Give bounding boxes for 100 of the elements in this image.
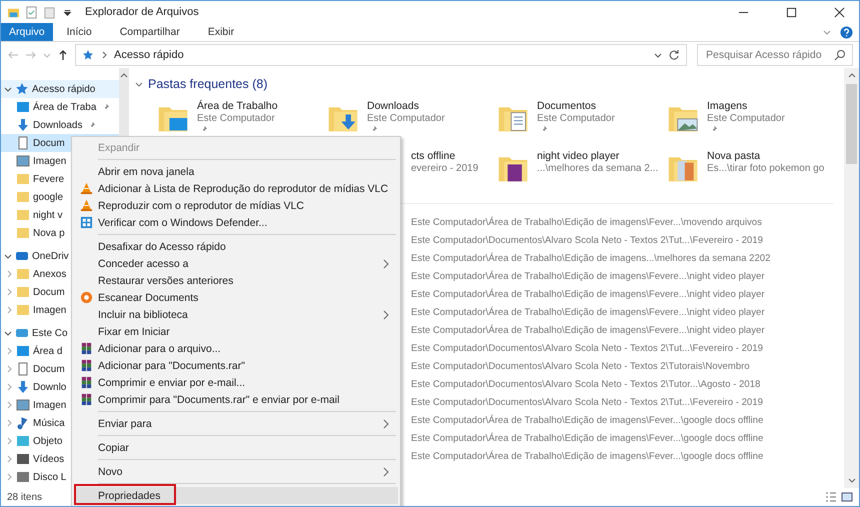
books-icon: [80, 359, 92, 372]
menu-item[interactable]: Escanear Documents: [74, 289, 398, 306]
properties-icon[interactable]: [25, 6, 38, 18]
chevron-right-icon[interactable]: [5, 437, 13, 445]
folder-location: Es...\tirar foto pokemon go: [707, 163, 824, 174]
refresh-icon[interactable]: [668, 49, 680, 61]
monitor-icon: [16, 100, 30, 114]
back-arrow-icon[interactable]: [7, 49, 19, 61]
chevron-right-icon[interactable]: [5, 288, 13, 296]
menu-item[interactable]: Conceder acesso a: [74, 255, 398, 272]
chevron-right-icon[interactable]: [5, 419, 13, 427]
menu-item[interactable]: Verificar com o Windows Defender...: [74, 214, 398, 231]
chevron-right-icon[interactable]: [5, 473, 13, 481]
chevron-down-icon[interactable]: [4, 329, 12, 337]
file-path: Este Computador\Área de Trabalho\Edição de imagens\Fever...\movendo arquivos: [411, 216, 763, 230]
menu-item[interactable]: Restaurar versões anteriores: [74, 272, 398, 289]
sidebar-item[interactable]: Acesso rápido: [1, 80, 119, 98]
help-icon[interactable]: [840, 26, 853, 38]
folder-name[interactable]: Imagens: [707, 100, 748, 112]
menu-item[interactable]: Comprimir para "Documents.rar" e enviar por e-mail: [74, 391, 398, 408]
file-path: Este Computador\Documentos\Alvaro Scola Neto - Textos 2\Tutorais\Novembro: [411, 360, 751, 374]
star-icon: [82, 49, 94, 61]
address-path: Acesso rápido: [114, 49, 184, 61]
scroll-up-icon[interactable]: [848, 72, 856, 80]
scrollbar[interactable]: [844, 68, 859, 488]
chevron-down-icon[interactable]: [4, 85, 12, 93]
file-path: Este Computador\Documentos\Alvaro Scola Neto - Textos 2\Tut...\Fevereiro - 2019: [411, 396, 764, 410]
details-view-icon[interactable]: [825, 491, 837, 503]
menu-item[interactable]: Abrir em nova janela: [74, 163, 398, 180]
window-title: Explorador de Arquivos: [85, 6, 199, 18]
menu-item[interactable]: Fixar em Iniciar: [74, 323, 398, 340]
menu-item[interactable]: Enviar para: [74, 415, 398, 432]
menu-item[interactable]: Copiar: [74, 439, 398, 456]
close-icon[interactable]: [834, 6, 845, 18]
chevron-right-icon[interactable]: [5, 270, 13, 278]
folder-name[interactable]: Nova pasta: [707, 150, 760, 162]
file-path: Este Computador\Documentos\Alvaro Scola Neto - Textos 2\Tut...\Fevereiro - 2019: [411, 234, 764, 248]
file-path: Este Computador\Documentos\Alvaro Scola Neto - Textos 2\Tut...\Fevereiro - 2019: [411, 342, 764, 356]
address-bar[interactable]: Acesso rápido: [75, 44, 687, 66]
folder-location: Este Computador: [707, 113, 785, 124]
traffic-cone-icon: [80, 199, 92, 212]
tiles-view-icon[interactable]: [841, 491, 853, 503]
chevron-down-icon[interactable]: [654, 51, 662, 59]
chevron-right-icon[interactable]: [5, 347, 13, 355]
menu-item[interactable]: Novo: [74, 463, 398, 480]
file-path: Este Computador\Documentos\Alvaro Scola Neto - Textos 2\Tutor...\Agosto - 2018: [411, 378, 762, 392]
monitor-icon: [16, 344, 30, 358]
books-icon: [80, 342, 92, 355]
music-note-icon: [16, 416, 30, 430]
ribbon-tab[interactable]: Exibir: [194, 23, 248, 41]
menu-item[interactable]: Incluir na biblioteca: [74, 306, 398, 323]
menu-item[interactable]: Reproduzir com o reprodutor de mídias VLC: [74, 197, 398, 214]
search-field[interactable]: Pesquisar Acesso rápido: [697, 44, 853, 66]
folder-icon: [16, 172, 30, 186]
folder-location: ...\melhores da semana 2...: [537, 163, 658, 174]
file-tab[interactable]: Arquivo: [1, 23, 53, 41]
folder-name[interactable]: night video player: [537, 150, 620, 162]
download-icon: [16, 118, 30, 132]
folder-icon: [16, 303, 30, 317]
chevron-right-icon[interactable]: [5, 401, 13, 409]
up-arrow-icon[interactable]: [57, 49, 69, 61]
forward-arrow-icon[interactable]: [25, 49, 37, 61]
file-path: Este Computador\Área de Trabalho\Edição de imagens\Fever...\google docs offline: [411, 414, 764, 428]
document-icon: [16, 136, 30, 150]
document-icon: [16, 362, 30, 376]
chevron-down-icon[interactable]: [135, 80, 143, 88]
scroll-up-icon[interactable]: [120, 72, 128, 80]
chevron-right-icon[interactable]: [5, 306, 13, 314]
folder-location: Este Computador: [197, 113, 275, 124]
chevron-right-icon[interactable]: [5, 383, 13, 391]
folder-location: evereiro - 2019: [411, 163, 478, 174]
chevron-right-icon[interactable]: [5, 455, 13, 463]
file-path: Este Computador\Área de Trabalho\Edição de imagens\Fever...\google docs offline: [411, 450, 764, 464]
scroll-thumb[interactable]: [846, 84, 857, 164]
file-path: Este Computador\Área de Trabalho\Edição de imagens\Fevere...\night video player: [411, 270, 766, 284]
traffic-cone-icon: [80, 182, 92, 195]
chevron-down-icon[interactable]: [4, 252, 12, 260]
sidebar-item[interactable]: Downloads: [1, 116, 119, 134]
folder-name[interactable]: cts offline: [411, 150, 456, 162]
menu-item[interactable]: Propriedades: [74, 487, 398, 504]
menu-item[interactable]: Adicionar para "Documents.rar": [74, 357, 398, 374]
menu-item[interactable]: Adicionar à Lista de Reprodução do reprodutor de mídias VLC: [74, 180, 398, 197]
folder-name[interactable]: Documentos: [537, 100, 596, 112]
item-count: 28 itens: [7, 492, 42, 502]
menu-item[interactable]: Adicionar para o arquivo...: [74, 340, 398, 357]
menu-item[interactable]: Comprimir e enviar por e-mail...: [74, 374, 398, 391]
ribbon-tab[interactable]: Compartilhar: [106, 23, 194, 41]
section-title: Pastas frequentes (8): [148, 77, 268, 91]
maximize-icon[interactable]: [786, 6, 797, 18]
chevron-right-icon[interactable]: [5, 365, 13, 373]
menu-item[interactable]: Desafixar do Acesso rápido: [74, 238, 398, 255]
folder-icon: [16, 267, 30, 281]
folder-location: Este Computador: [367, 113, 445, 124]
folder-icon: [16, 226, 30, 240]
file-path: Este Computador\Área de Trabalho\Edição de imagens\Fever...\google docs offline: [411, 432, 764, 446]
sidebar-item[interactable]: Área de Traba: [1, 98, 119, 116]
folder-name[interactable]: Downloads: [367, 100, 419, 112]
scroll-down-icon[interactable]: [848, 476, 856, 484]
folder-name[interactable]: Área de Trabalho: [197, 100, 278, 112]
ribbon-tab[interactable]: Início: [52, 23, 106, 41]
